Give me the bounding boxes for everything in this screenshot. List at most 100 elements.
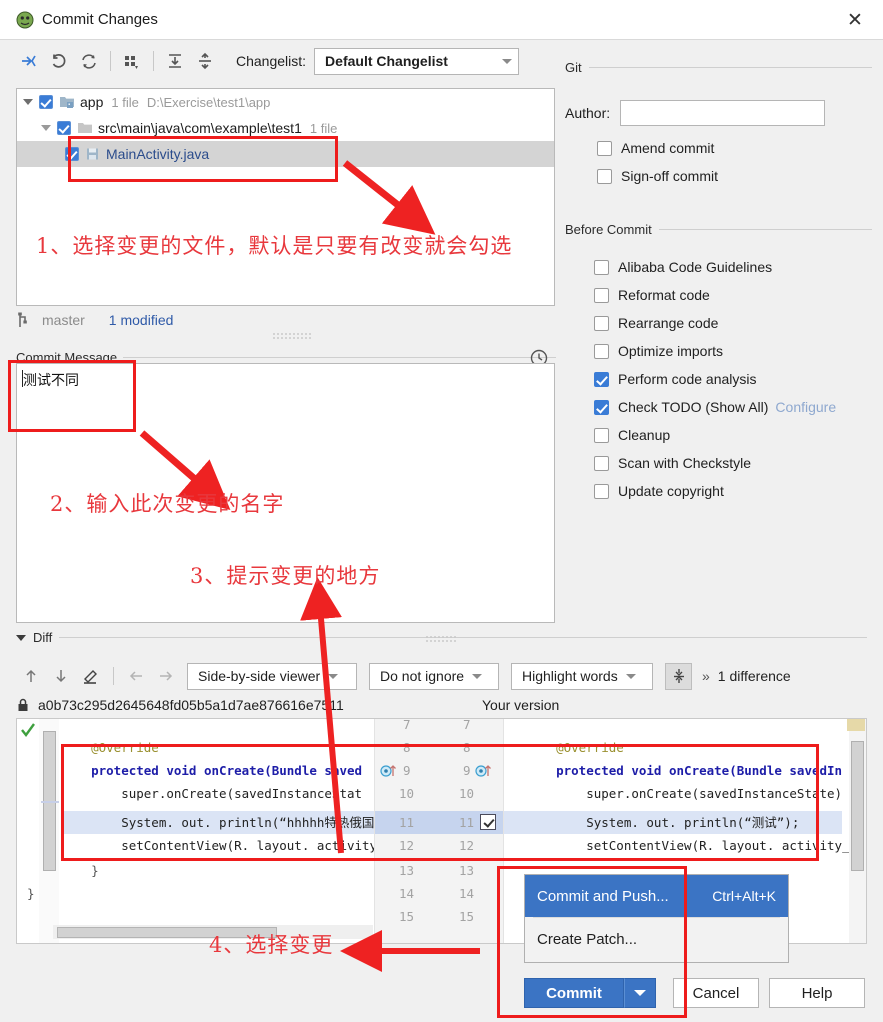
checkbox-mainactivity[interactable] bbox=[65, 147, 79, 161]
cancel-button[interactable]: Cancel bbox=[673, 978, 759, 1008]
code-line-text: setContentView(R. layout. activity_ bbox=[61, 838, 385, 853]
chevron-down-icon[interactable] bbox=[16, 634, 26, 641]
before-commit-label: Before Commit bbox=[565, 222, 652, 237]
modified-count[interactable]: 1 modified bbox=[109, 312, 174, 328]
checkbox-reformat-code[interactable]: Reformat code bbox=[594, 281, 836, 309]
whitespace-value: Do not ignore bbox=[380, 668, 465, 684]
checkbox-rearrange-code[interactable]: Rearrange code bbox=[594, 309, 836, 337]
checkbox-box[interactable] bbox=[594, 371, 609, 387]
commit-button[interactable]: Commit bbox=[524, 978, 624, 1008]
checkbox-cleanup[interactable]: Cleanup bbox=[594, 421, 836, 449]
author-field[interactable] bbox=[620, 100, 826, 126]
modified-stripe-marker bbox=[847, 719, 865, 731]
refresh-icon[interactable] bbox=[74, 47, 104, 75]
apply-right-icon[interactable] bbox=[151, 663, 181, 689]
java-file-icon bbox=[87, 148, 98, 160]
collapse-unchanged-icon[interactable] bbox=[665, 662, 692, 690]
collapse-all-icon[interactable] bbox=[190, 47, 220, 75]
difference-count: 1 difference bbox=[717, 668, 791, 684]
chevron-down-icon[interactable] bbox=[41, 125, 51, 131]
highlight-value: Highlight words bbox=[522, 668, 618, 684]
fold-marker-icon[interactable] bbox=[380, 763, 402, 778]
highlight-dropdown[interactable]: Highlight words bbox=[511, 662, 653, 690]
tree-row-mainactivity[interactable]: MainActivity.java bbox=[17, 141, 554, 167]
prev-difference-icon[interactable] bbox=[16, 663, 46, 689]
more-chevrons-icon[interactable]: » bbox=[702, 668, 710, 684]
group-by-icon[interactable] bbox=[117, 47, 147, 75]
checkbox-label: Perform code analysis bbox=[618, 371, 757, 387]
checkbox-perform-code-analysis[interactable]: Perform code analysis bbox=[594, 365, 836, 393]
diff-toolbar-divider bbox=[113, 667, 114, 685]
checkbox-label: Reformat code bbox=[618, 287, 710, 303]
chevron-down-icon bbox=[502, 58, 513, 64]
checkbox-box[interactable] bbox=[597, 168, 612, 184]
expand-all-icon[interactable] bbox=[160, 47, 190, 75]
checkbox-box[interactable] bbox=[594, 259, 609, 275]
changelist-value: Default Changelist bbox=[325, 53, 448, 69]
commit-dropdown-menu[interactable]: Commit and Push... Ctrl+Alt+K Create Pat… bbox=[524, 874, 789, 963]
title-bar: Commit Changes ✕ bbox=[0, 0, 883, 40]
code-line-text: } bbox=[61, 863, 99, 878]
changelist-label: Changelist: bbox=[236, 53, 307, 69]
right-scrollbar-thumb[interactable] bbox=[851, 741, 864, 871]
checkbox-app[interactable] bbox=[39, 95, 53, 109]
branch-name: master bbox=[42, 312, 85, 328]
right-revision-title: Your version bbox=[482, 697, 560, 713]
code-line: setContentView(R. layout. activity_m bbox=[526, 834, 857, 857]
checkbox-box[interactable] bbox=[594, 287, 609, 303]
code-line: } bbox=[27, 882, 35, 905]
splitter-handle[interactable] bbox=[272, 332, 312, 340]
commit-dropdown-button[interactable] bbox=[624, 978, 656, 1008]
checkbox-box[interactable] bbox=[594, 483, 609, 499]
checkbox-box[interactable] bbox=[594, 399, 609, 415]
checkbox-signoff-commit[interactable]: Sign-off commit bbox=[597, 162, 718, 190]
annotation-text-4: 4、选择变更 bbox=[209, 933, 334, 957]
checkbox-box[interactable] bbox=[594, 455, 609, 471]
checkbox-optimize-imports[interactable]: Optimize imports bbox=[594, 337, 836, 365]
git-group-header: Git bbox=[565, 60, 872, 75]
tree-item-path: D:\Exercise\test1\app bbox=[146, 94, 271, 110]
tree-row-app[interactable]: app 1 file D:\Exercise\test1\app bbox=[17, 89, 554, 115]
green-check-icon bbox=[21, 723, 35, 737]
chevron-down-icon[interactable] bbox=[23, 99, 33, 105]
code-line-text: setContentView(R. layout. activity_m bbox=[526, 838, 858, 853]
line-number-right-active: 11 bbox=[459, 815, 475, 830]
edit-icon[interactable] bbox=[76, 663, 106, 689]
line-number-right: 9 bbox=[463, 763, 471, 778]
code-line: super.onCreate(savedInstanceStat bbox=[61, 782, 362, 805]
line-number-left: 8 bbox=[403, 740, 411, 755]
close-icon[interactable]: ✕ bbox=[837, 6, 873, 34]
group-rule bbox=[658, 229, 872, 230]
fold-marker-icon[interactable] bbox=[475, 763, 497, 778]
checkbox-check-todo[interactable]: Check TODO (Show All) Configure bbox=[594, 393, 836, 421]
menu-item-create-patch[interactable]: Create Patch... bbox=[525, 918, 788, 960]
checkbox-scan-with-checkstyle[interactable]: Scan with Checkstyle bbox=[594, 449, 836, 477]
accept-change-checkbox[interactable] bbox=[480, 814, 496, 830]
next-difference-icon[interactable] bbox=[46, 663, 76, 689]
tree-row-package[interactable]: src\main\java\com\example\test1 1 file bbox=[17, 115, 554, 141]
before-commit-checkbox-list: Alibaba Code Guidelines Reformat code Re… bbox=[594, 253, 836, 505]
checkbox-update-copyright[interactable]: Update copyright bbox=[594, 477, 836, 505]
line-number-right: 14 bbox=[459, 886, 475, 901]
checkbox-box[interactable] bbox=[594, 343, 609, 359]
whitespace-dropdown[interactable]: Do not ignore bbox=[369, 662, 499, 690]
checkbox-amend-commit[interactable]: Amend commit bbox=[597, 134, 718, 162]
diff-splitter-handle[interactable] bbox=[425, 635, 457, 642]
checkbox-box[interactable] bbox=[594, 427, 609, 443]
menu-item-commit-and-push[interactable]: Commit and Push... Ctrl+Alt+K bbox=[525, 875, 788, 917]
checkbox-box[interactable] bbox=[597, 140, 612, 156]
git-group-label: Git bbox=[565, 60, 582, 75]
checkbox-alibaba-code-guidelines[interactable]: Alibaba Code Guidelines bbox=[594, 253, 836, 281]
viewer-mode-dropdown[interactable]: Side-by-side viewer bbox=[187, 662, 357, 690]
checkbox-box[interactable] bbox=[594, 315, 609, 331]
checkbox-package[interactable] bbox=[57, 121, 71, 135]
configure-link[interactable]: Configure bbox=[775, 399, 836, 415]
left-code-pane[interactable]: @Override protected void onCreate(Bundle… bbox=[27, 719, 385, 943]
changelist-dropdown[interactable]: Default Changelist bbox=[314, 47, 520, 75]
collapse-selection-icon[interactable] bbox=[14, 47, 44, 75]
apply-left-icon[interactable] bbox=[121, 663, 151, 689]
help-button[interactable]: Help bbox=[769, 978, 865, 1008]
line-number-right: 13 bbox=[459, 863, 475, 878]
revert-icon[interactable] bbox=[44, 47, 74, 75]
changed-files-tree[interactable]: app 1 file D:\Exercise\test1\app src\mai… bbox=[16, 88, 555, 306]
